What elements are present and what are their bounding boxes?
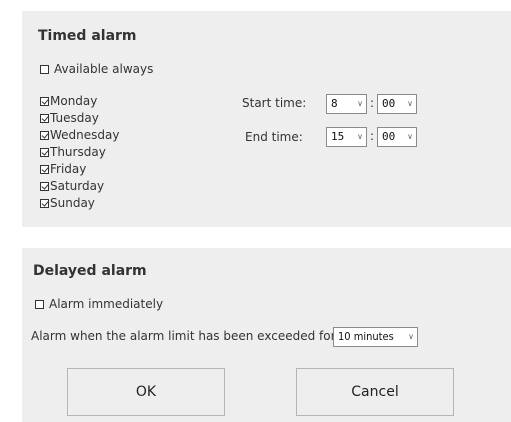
available-always-label: Available always (54, 62, 154, 76)
chevron-down-icon: ∨ (357, 132, 363, 141)
start-minute-value: 00 (382, 97, 396, 110)
alarm-immediately-label: Alarm immediately (49, 297, 164, 311)
day-checkbox-friday[interactable]: Friday (40, 161, 119, 178)
chevron-down-icon: ∨ (407, 99, 413, 108)
start-hour-select[interactable]: 8 ∨ (326, 94, 367, 114)
delayed-alarm-title: Delayed alarm (33, 263, 147, 279)
checkbox-checked-icon (40, 182, 49, 191)
exceeded-label: Alarm when the alarm limit has been exce… (31, 329, 336, 343)
time-separator: : (370, 96, 375, 110)
timed-alarm-panel: Timed alarm Available always Monday Tues… (22, 11, 511, 227)
day-label: Sunday (50, 196, 95, 210)
checkbox-checked-icon (40, 199, 49, 208)
checkbox-icon (40, 64, 49, 74)
day-checkbox-monday[interactable]: Monday (40, 93, 119, 110)
checkbox-checked-icon (40, 114, 49, 123)
time-separator: : (370, 129, 375, 143)
end-minute-value: 00 (382, 130, 396, 143)
start-minute-select[interactable]: 00 ∨ (377, 94, 417, 114)
day-label: Saturday (50, 179, 105, 193)
chevron-down-icon: ∨ (408, 332, 414, 341)
alarm-immediately-checkbox[interactable]: Alarm immediately (35, 297, 163, 311)
day-checkbox-sunday[interactable]: Sunday (40, 195, 119, 212)
day-label: Wednesday (50, 128, 120, 142)
day-label: Tuesday (50, 111, 99, 125)
day-label: Friday (50, 162, 87, 176)
checkbox-checked-icon (40, 97, 49, 106)
start-hour-value: 8 (331, 97, 338, 110)
checkbox-checked-icon (40, 148, 49, 157)
delay-duration-value: 10 minutes (338, 330, 394, 343)
day-checkbox-saturday[interactable]: Saturday (40, 178, 119, 195)
chevron-down-icon: ∨ (407, 132, 413, 141)
delay-duration-select[interactable]: 10 minutes ∨ (333, 327, 418, 347)
ok-button[interactable]: OK (67, 368, 225, 416)
available-always-checkbox[interactable]: Available always (40, 62, 153, 76)
cancel-button[interactable]: Cancel (296, 368, 454, 416)
chevron-down-icon: ∨ (357, 99, 363, 108)
day-label: Thursday (50, 145, 106, 159)
delayed-alarm-panel: Delayed alarm Alarm immediately Alarm wh… (22, 248, 511, 422)
checkbox-checked-icon (40, 165, 49, 174)
timed-alarm-title: Timed alarm (38, 28, 137, 44)
day-checkbox-tuesday[interactable]: Tuesday (40, 110, 119, 127)
end-time-label: End time: (245, 130, 303, 144)
end-minute-select[interactable]: 00 ∨ (377, 127, 417, 147)
checkbox-checked-icon (40, 131, 49, 140)
day-checkbox-wednesday[interactable]: Wednesday (40, 127, 119, 144)
weekday-list: Monday Tuesday Wednesday Thursday Friday… (40, 93, 119, 212)
day-checkbox-thursday[interactable]: Thursday (40, 144, 119, 161)
end-hour-select[interactable]: 15 ∨ (326, 127, 367, 147)
day-label: Monday (50, 94, 98, 108)
checkbox-icon (35, 299, 44, 309)
end-hour-value: 15 (331, 130, 345, 143)
start-time-label: Start time: (242, 96, 307, 110)
